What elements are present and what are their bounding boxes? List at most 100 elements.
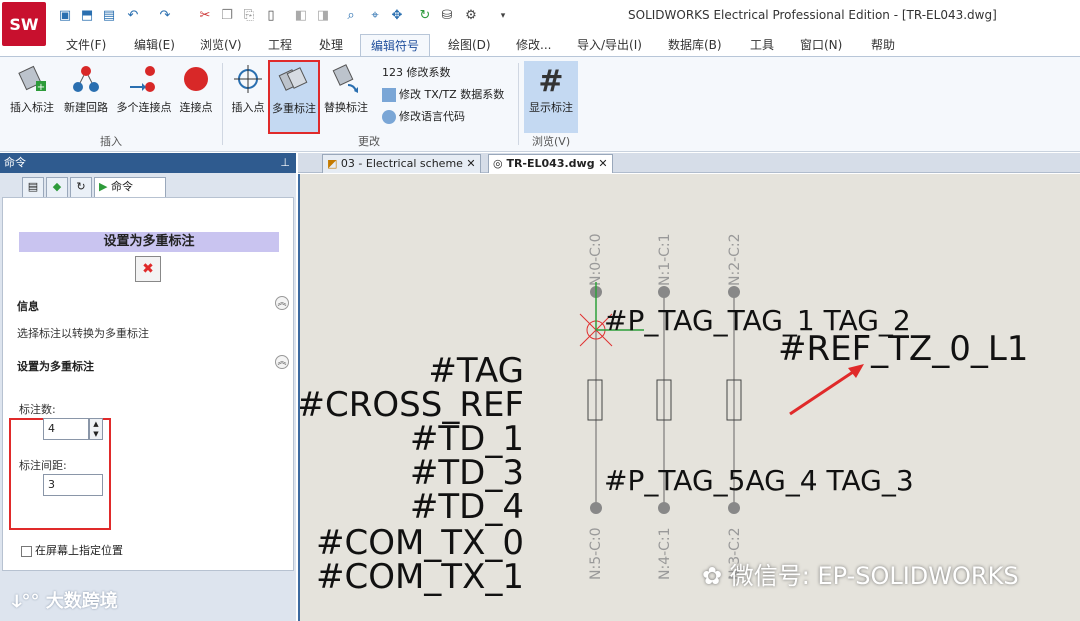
node-label: N:0-C:0 xyxy=(588,233,604,286)
tag-count-input[interactable]: 4 xyxy=(43,418,89,440)
terminal-point[interactable] xyxy=(658,502,670,514)
tag-count-label: 标注数: xyxy=(19,403,56,416)
new-circuit-button[interactable]: 新建回路 xyxy=(58,61,114,135)
tag-spacing-input[interactable]: 3 xyxy=(43,474,103,496)
node-label: N:5-C:0 xyxy=(588,527,604,580)
tab-view[interactable]: 浏览(V) xyxy=(200,36,242,56)
customize-icon[interactable]: ▾ xyxy=(494,6,512,26)
modify-language-button[interactable]: 修改语言代码 xyxy=(382,107,465,127)
terminal-point[interactable] xyxy=(728,286,740,298)
language-icon xyxy=(382,110,396,124)
new-circuit-label: 新建回路 xyxy=(64,101,108,114)
tab-command[interactable]: ▶ 命令 xyxy=(94,177,166,197)
clipboard-icon[interactable]: ▯ xyxy=(262,6,280,26)
tab-database[interactable]: 数据库(B) xyxy=(668,36,722,56)
checkbox-box[interactable] xyxy=(21,545,32,557)
multi-tag-label: 多重标注 xyxy=(272,102,316,115)
binoculars-icon[interactable]: ⛁ xyxy=(438,6,456,26)
redo-icon[interactable]: ↷ xyxy=(156,6,174,26)
logo-icon: ↆ°° xyxy=(12,591,40,612)
cut-icon[interactable]: ✂ xyxy=(196,6,214,26)
tag-spacing-label: 标注间距: xyxy=(19,459,67,472)
save-icon[interactable]: ▤ xyxy=(100,6,118,26)
tab-modify[interactable]: 修改... xyxy=(516,36,551,56)
back-icon[interactable]: ◧ xyxy=(292,6,310,26)
document-tabs: ◩ 03 - Electrical scheme ✕ ◎ TR-EL043.dw… xyxy=(298,153,1080,173)
terminal-point[interactable] xyxy=(728,502,740,514)
window-title: SOLIDWORKS Electrical Professional Editi… xyxy=(628,8,997,22)
tab-draw[interactable]: 绘图(D) xyxy=(448,36,491,56)
tab-tools[interactable]: 工具 xyxy=(750,36,774,56)
watermark-left-text: 大数跨境 xyxy=(45,591,118,612)
zoom-icon[interactable]: ⌕ xyxy=(342,6,360,26)
insert-point-label: 插入点 xyxy=(231,101,265,114)
menu-bar: 文件(F) 编辑(E) 浏览(V) 工程 处理 编辑符号 绘图(D) 修改...… xyxy=(0,32,1080,58)
doc-tab-scheme[interactable]: ◩ 03 - Electrical scheme ✕ xyxy=(322,154,481,173)
paste-icon[interactable]: ⎘ xyxy=(240,6,258,26)
close-icon[interactable]: ✕ xyxy=(598,157,607,170)
connection-point-button[interactable]: 连接点 xyxy=(176,61,216,135)
terminal-point[interactable] xyxy=(590,502,602,514)
zoom-window-icon[interactable]: ⌖ xyxy=(366,6,384,26)
multi-connection-button[interactable]: 多个连接点 xyxy=(114,61,174,135)
ref-tz-tag[interactable]: #REF_TZ_0_L1 xyxy=(778,329,1028,369)
tab-edit[interactable]: 编辑(E) xyxy=(134,36,175,56)
refresh-icon[interactable]: ↻ xyxy=(416,6,434,26)
modify-tx-tz-button[interactable]: 修改 TX/TZ 数据系数 xyxy=(382,85,504,105)
fuse-symbol[interactable] xyxy=(587,379,603,421)
tab-window[interactable]: 窗口(N) xyxy=(800,36,842,56)
pan-icon[interactable]: ✥ xyxy=(388,6,406,26)
modify-coefficient-button[interactable]: 123 修改系数 xyxy=(382,63,451,83)
command-title: 设置为多重标注 xyxy=(19,232,279,252)
pin-icon[interactable]: ⊥ xyxy=(280,153,290,173)
terminal-point[interactable] xyxy=(658,286,670,298)
replace-tag-label: 替换标注 xyxy=(324,101,368,114)
tab-history-icon[interactable]: ↻ xyxy=(70,177,92,197)
drawing-canvas[interactable]: #TAG #CROSS_REF #TD_1 #TD_3 #TD_4 #COM_T… xyxy=(298,174,1080,621)
tab-components-icon[interactable]: ◆ xyxy=(46,177,68,197)
circuit-nodes-icon xyxy=(73,66,99,92)
tab-process[interactable]: 处理 xyxy=(319,36,343,56)
doc-tab-dwg-label: TR-EL043.dwg xyxy=(506,157,595,170)
insert-point-button[interactable]: 插入点 xyxy=(226,61,270,135)
forward-icon[interactable]: ◨ xyxy=(314,6,332,26)
specify-position-checkbox[interactable]: 在屏幕上指定位置 xyxy=(21,542,123,558)
collapse-icon[interactable]: ︽ xyxy=(275,296,289,310)
cancel-button[interactable]: ✖ xyxy=(135,256,161,282)
info-text: 选择标注以转换为多重标注 xyxy=(17,327,149,340)
insert-tag-button[interactable]: + 插入标注 xyxy=(4,61,60,135)
multi-tag-button[interactable]: 多重标注 xyxy=(268,60,320,134)
undo-icon[interactable]: ↶ xyxy=(124,6,142,26)
replace-tag-button[interactable]: 替换标注 xyxy=(320,61,372,135)
app-logo[interactable]: SW xyxy=(2,2,46,46)
close-icon[interactable]: ✕ xyxy=(466,157,475,170)
tag-count-stepper[interactable]: ▲ ▼ xyxy=(89,418,103,440)
tab-edit-symbol[interactable]: 编辑符号 xyxy=(360,34,431,58)
play-icon: ▶ xyxy=(99,180,108,193)
settings-icon[interactable]: ⚙ xyxy=(462,6,480,26)
show-tags-button[interactable]: # 显示标注 xyxy=(524,61,578,133)
tab-import-export[interactable]: 导入/导出(I) xyxy=(577,36,642,56)
connection-point-icon xyxy=(184,67,208,91)
watermark-left: ↆ°° 大数跨境 xyxy=(12,587,118,613)
multi-connection-label: 多个连接点 xyxy=(116,101,172,114)
insert-tag-label: 插入标注 xyxy=(10,101,54,114)
watermark-right: ✿ 微信号: EP-SOLIDWORKS xyxy=(702,556,1019,591)
crosshair-icon xyxy=(234,65,262,93)
tab-project[interactable]: 工程 xyxy=(268,36,292,56)
command-content: 设置为多重标注 ✖ 信息 ︽ 选择标注以转换为多重标注 设置为多重标注 ︽ 标注… xyxy=(2,197,294,571)
new-icon[interactable]: ▣ xyxy=(56,6,74,26)
connection-point-label: 连接点 xyxy=(179,101,213,114)
open-icon[interactable]: ⬒ xyxy=(78,6,96,26)
doc-tab-scheme-label: 03 - Electrical scheme xyxy=(340,157,463,170)
doc-tab-dwg[interactable]: ◎ TR-EL043.dwg ✕ xyxy=(488,154,613,173)
node-label: N:4-C:1 xyxy=(657,527,673,580)
copy-icon[interactable]: ❐ xyxy=(218,6,236,26)
svg-text:+: + xyxy=(37,82,45,93)
multi-tag-bottom[interactable]: #P_TAG_5AG_4 TAG_3 xyxy=(604,464,914,497)
tab-help[interactable]: 帮助 xyxy=(871,36,895,56)
tab-save-icon[interactable]: ▤ xyxy=(22,177,44,197)
tab-file[interactable]: 文件(F) xyxy=(66,36,106,56)
modify-group-label: 更改 xyxy=(358,135,380,148)
collapse-icon[interactable]: ︽ xyxy=(275,355,289,369)
